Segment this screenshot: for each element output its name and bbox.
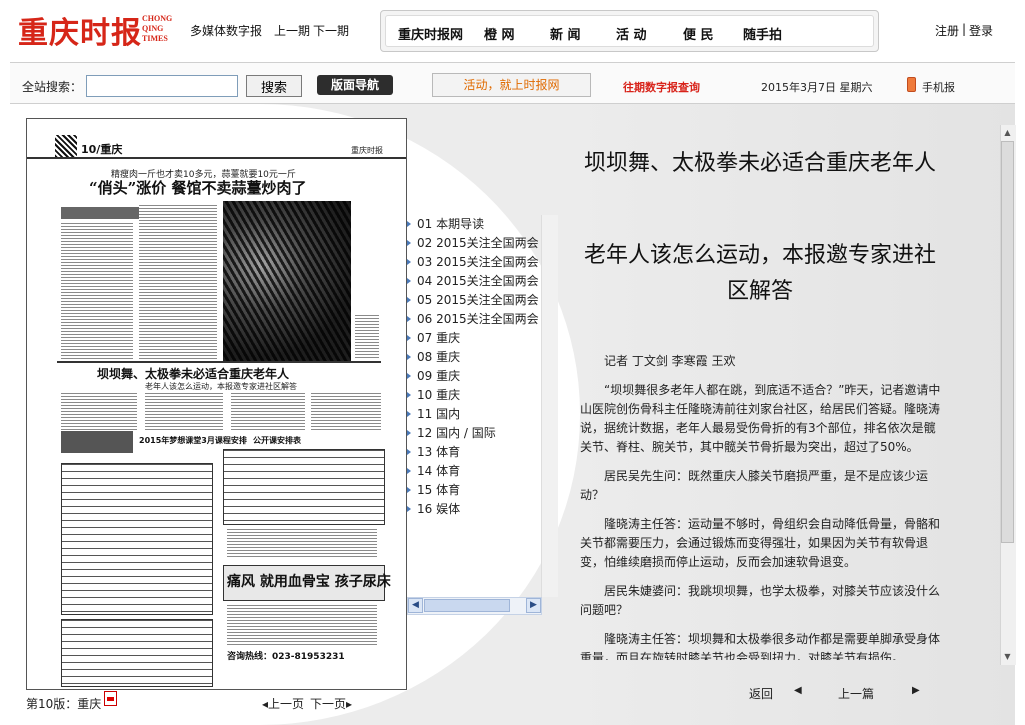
scroll-left-icon[interactable]: ◀: [408, 598, 423, 613]
newspaper-ad-banner: [61, 431, 133, 453]
edition-item[interactable]: 01 本期导读: [407, 215, 484, 234]
multimedia-link[interactable]: 多媒体数字报: [190, 22, 262, 39]
newspaper-column: [231, 393, 305, 431]
newspaper-phone: 咨询热线：023-81953231: [227, 652, 345, 662]
edition-item[interactable]: 04 2015关注全国两会: [407, 272, 539, 291]
nav-item-snapshot[interactable]: 随手拍: [743, 24, 782, 43]
archive-search-link[interactable]: 往期数字报查询: [623, 79, 700, 95]
newspaper-rule: [57, 361, 381, 363]
newspaper-brand: 重庆时报: [351, 146, 383, 155]
edition-item[interactable]: 08 重庆: [407, 348, 460, 367]
nav-item-home[interactable]: 重庆时报网: [398, 24, 463, 43]
hscroll-thumb[interactable]: [424, 599, 510, 612]
scroll-up-icon[interactable]: ▲: [1001, 126, 1014, 140]
edition-list-scrollbar[interactable]: [541, 215, 558, 597]
edition-list-hscrollbar[interactable]: ◀ ▶: [407, 597, 542, 615]
logo-text: 重庆时报: [18, 16, 142, 51]
page-nav-button[interactable]: 版面导航: [317, 75, 393, 95]
mobile-phone-icon[interactable]: [907, 77, 916, 92]
article-body: 记者 丁文剑 李寒霞 王欢 “坝坝舞很多老年人都在跳，到底适不适合？”昨天，记者…: [580, 352, 943, 660]
edition-item[interactable]: 15 体育: [407, 481, 460, 500]
prev-issue-link[interactable]: 上一期: [274, 22, 310, 39]
prev-arrow-icon[interactable]: ◀: [794, 685, 802, 696]
article-paragraph: 隆晓涛主任答：运动量不够时，骨组织会自动降低骨量，骨骼和关节都需要压力，会通过锻…: [580, 517, 941, 569]
nav-item-events[interactable]: 活 动: [616, 24, 647, 43]
article-paragraph: 居民吴先生问：既然重庆人膝关节磨损严重，是不是应该少运动？: [580, 469, 929, 502]
newspaper-headline-2[interactable]: 坝坝舞、太极拳未必适合重庆老年人: [97, 365, 289, 382]
newspaper-table: [61, 619, 213, 687]
newspaper-ad-title-1: 2015年梦想课堂3月课程安排: [139, 436, 247, 445]
nav-item-news[interactable]: 新 闻: [550, 24, 581, 43]
newspaper-column: [61, 393, 137, 431]
qr-code-icon: [55, 135, 77, 157]
main-nav-inner: 重庆时报网 橙 网 新 闻 活 动 便 民 随手拍: [385, 15, 874, 47]
scroll-right-icon[interactable]: ▶: [526, 598, 541, 613]
edition-item[interactable]: 14 体育: [407, 462, 460, 481]
article-scroll-thumb[interactable]: [1001, 141, 1014, 543]
promo-button[interactable]: 活动，就上时报网: [432, 73, 591, 97]
newspaper-table: [223, 449, 385, 525]
newspaper-column: [139, 205, 217, 359]
newspaper-page-number: 10/重庆: [81, 143, 123, 156]
article-title: 坝坝舞、太极拳未必适合重庆老年人: [583, 151, 936, 176]
newspaper-column: [227, 605, 377, 645]
prev-page-link[interactable]: ◂上一页: [262, 695, 304, 712]
edition-item[interactable]: 10 重庆: [407, 386, 460, 405]
search-input[interactable]: [86, 75, 238, 97]
main-nav: 重庆时报网 橙 网 新 闻 活 动 便 民 随手拍: [380, 10, 879, 52]
login-link[interactable]: 登录: [969, 22, 993, 39]
next-arrow-icon[interactable]: ▶: [912, 685, 920, 696]
newspaper-headline[interactable]: “俏头”涨价 餐馆不卖蒜薹炒肉了: [89, 177, 306, 198]
edition-item[interactable]: 16 娱体: [407, 500, 460, 519]
search-button[interactable]: 搜索: [246, 75, 302, 97]
edition-item[interactable]: 13 体育: [407, 443, 460, 462]
article-subtitle: 老年人该怎么运动，本报邀专家进社区解答: [583, 243, 936, 304]
edition-item[interactable]: 07 重庆: [407, 329, 460, 348]
mobile-edition-link[interactable]: 手机报: [922, 79, 955, 95]
newspaper-page-image[interactable]: 10/重庆 重庆时报 精瘦肉一斤也才卖10多元，蒜薹就要10元一斤 “俏头”涨价…: [26, 118, 407, 690]
next-issue-link[interactable]: 下一期: [313, 22, 349, 39]
newspaper-column: [311, 393, 381, 431]
search-label: 全站搜索：: [22, 80, 83, 94]
edition-item[interactable]: 06 2015关注全国两会: [407, 310, 539, 329]
newspaper-ad-title-2: 公开课安排表: [253, 436, 301, 445]
issue-date: 2015年3月7日 星期六: [761, 81, 873, 94]
register-link[interactable]: 注册: [935, 22, 959, 39]
edition-item[interactable]: 03 2015关注全国两会: [407, 253, 539, 272]
newspaper-column: [145, 393, 223, 431]
page-label: 第10版：重庆: [26, 697, 102, 711]
back-link[interactable]: 返回: [749, 685, 773, 702]
article-byline: 记者 丁文剑 李寒霞 王欢: [604, 354, 736, 368]
next-page-link[interactable]: 下一页▸: [310, 695, 352, 712]
logo-english-text: CHONG QING TIMES: [142, 14, 173, 43]
newspaper-column: [227, 529, 377, 559]
article-paragraph: 隆晓涛主任答：坝坝舞和太极拳很多动作都是需要单脚承受身体重量，而且在旋转时膝关节…: [580, 632, 941, 660]
prev-article-link[interactable]: 上一篇: [838, 685, 874, 702]
article-paragraph: “坝坝舞很多老年人都在跳，到底适不适合？”昨天，记者邀请中山医院创伤骨科主任隆晓…: [580, 383, 941, 454]
newspaper-table: [61, 463, 213, 615]
scroll-down-icon[interactable]: ▼: [1001, 650, 1014, 664]
newspaper-rule: [27, 157, 406, 159]
nav-item-services[interactable]: 便 民: [683, 24, 714, 43]
edition-item[interactable]: 05 2015关注全国两会: [407, 291, 539, 310]
pdf-icon[interactable]: [104, 691, 117, 706]
nav-item-orange-net[interactable]: 橙 网: [484, 24, 515, 43]
edition-list: 01 本期导读 02 2015关注全国两会 03 2015关注全国两会 04 2…: [407, 215, 542, 595]
newspaper-caption: [355, 315, 379, 359]
edition-item[interactable]: 12 国内 / 国际: [407, 424, 496, 443]
edition-item[interactable]: 02 2015关注全国两会: [407, 234, 539, 253]
article-paragraph: 居民朱婕婆问：我跳坝坝舞，也学太极拳，对膝关节应该没什么问题吧？: [580, 584, 941, 617]
user-separator: |: [962, 22, 967, 36]
newspaper-photo: [223, 201, 351, 361]
newspaper-ad-text: 痛风 就用血骨宝 孩子尿床: [227, 574, 391, 590]
edition-item[interactable]: 09 重庆: [407, 367, 460, 386]
newspaper-subhead-2: 老年人该怎么运动，本报邀专家进社区解答: [145, 382, 297, 391]
newspaper-column: [61, 223, 133, 359]
edition-item[interactable]: 11 国内: [407, 405, 460, 424]
